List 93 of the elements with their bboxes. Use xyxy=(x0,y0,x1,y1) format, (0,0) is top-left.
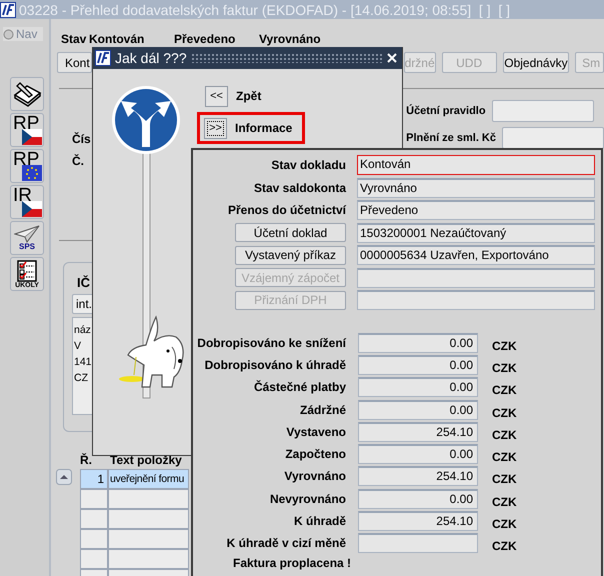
field-label: Čís xyxy=(72,132,91,148)
action-button[interactable]: Účetní doklad xyxy=(235,223,346,242)
currency-label: CZK xyxy=(492,404,517,420)
table-cell[interactable] xyxy=(108,489,189,509)
currency-label: CZK xyxy=(492,449,517,464)
input-field[interactable] xyxy=(502,127,604,149)
toolbar-button[interactable]: IR xyxy=(10,185,44,219)
field-label: Plnění ze sml. Kč xyxy=(406,132,496,144)
status-value: Kontován xyxy=(89,32,146,46)
currency-label: CZK xyxy=(492,516,517,532)
table-cell[interactable] xyxy=(108,549,189,569)
field-label: Nevyrovnáno xyxy=(268,492,346,506)
field-label: K úhradě v cizí měně xyxy=(226,536,346,550)
amount-field[interactable]: 254.10 xyxy=(358,422,478,442)
field-label: IČ xyxy=(77,275,91,290)
field-label: K úhradě xyxy=(292,514,346,528)
toolbar-label: IR xyxy=(13,186,32,205)
nav-button[interactable]: >> xyxy=(204,118,227,138)
amount-field[interactable] xyxy=(358,533,478,554)
input-field[interactable]: 0000005634 Uzavřen, Exportováno xyxy=(357,245,595,266)
toolbar-button[interactable]: RP xyxy=(10,113,44,147)
table-cell[interactable] xyxy=(108,509,189,529)
star-circle-flag-icon xyxy=(22,165,42,181)
table-cell[interactable]: uveřejnění formu xyxy=(108,469,189,489)
toolbar-label: SPS xyxy=(18,243,35,251)
input-field[interactable]: Převedeno xyxy=(357,200,595,220)
window-title: 03228 - Přehled dodavatelských faktur (EKDOFAD) - [14.06.2019; 08:55] [ ] [ ] xyxy=(19,2,510,18)
status-value: Vyrovnáno xyxy=(259,32,322,46)
field-label: Přenos do účetnictví xyxy=(226,203,346,218)
input-field[interactable]: Kontován xyxy=(357,155,595,176)
app-logo-icon xyxy=(95,50,111,66)
input-field[interactable] xyxy=(492,100,594,122)
amount-field[interactable]: 0.00 xyxy=(358,488,478,509)
status-value: Převedeno xyxy=(174,32,236,46)
checklist-icon xyxy=(15,260,39,282)
button-caption: Informace xyxy=(235,121,292,135)
table-cell[interactable] xyxy=(80,549,108,569)
currency-label: CZK xyxy=(492,538,517,554)
column-header: Ř. xyxy=(80,452,93,469)
scroll-up-icon xyxy=(56,469,72,485)
amount-field[interactable]: 0.00 xyxy=(358,444,478,464)
toolbar-button[interactable]: Kont xyxy=(57,52,92,73)
toolbar-label: RP xyxy=(13,150,40,169)
field-label: Dobropisováno k úhradě xyxy=(204,358,346,372)
amount-field[interactable]: 0.00 xyxy=(358,354,478,375)
flag-icon xyxy=(22,201,42,217)
amount-field[interactable]: 254.10 xyxy=(358,511,478,532)
toolbar-button[interactable]: SPS xyxy=(10,221,44,255)
table-cell[interactable] xyxy=(80,509,108,529)
input-field[interactable]: 1503200001 Nezaúčtovaný xyxy=(357,222,595,243)
nav-button[interactable]: << xyxy=(205,86,228,106)
currency-label: CZK xyxy=(492,382,517,398)
currency-label: CZK xyxy=(492,360,517,375)
currency-label: CZK xyxy=(492,494,517,509)
amount-field[interactable]: 254.10 xyxy=(358,466,478,486)
input-field[interactable] xyxy=(357,268,595,288)
dialog-title: Jak dál ??? xyxy=(115,50,187,66)
column-header: Text položky xyxy=(110,452,183,469)
toolbar-button[interactable] xyxy=(10,77,44,111)
close-icon xyxy=(386,52,398,64)
amount-field[interactable]: 0.00 xyxy=(358,400,478,420)
input-field[interactable]: Vyrovnáno xyxy=(357,178,595,198)
field-label: Částečné platby xyxy=(252,380,346,394)
flag-icon xyxy=(22,129,42,145)
field-label: Č. xyxy=(72,154,85,170)
field-label: Vystaveno xyxy=(285,424,346,439)
input-field[interactable] xyxy=(357,290,595,310)
currency-label: CZK xyxy=(492,426,517,442)
toolbar-button[interactable]: Objednávky xyxy=(502,52,570,73)
table-cell[interactable] xyxy=(80,529,108,549)
toolbar-label: RP xyxy=(13,114,40,133)
field-label: Účetní pravidlo xyxy=(406,105,486,117)
field-label: Zádržné xyxy=(298,402,346,417)
button-caption: Zpět xyxy=(236,89,262,103)
paper-plane-icon xyxy=(14,225,40,243)
toolbar-button[interactable]: RP xyxy=(10,149,44,183)
field-label: Vyrovnáno xyxy=(283,469,346,484)
currency-label: CZK xyxy=(492,471,517,486)
radio-icon xyxy=(3,28,14,40)
table-cell[interactable] xyxy=(108,529,189,549)
currency-label: CZK xyxy=(492,338,517,353)
field-label: Stav dokladu xyxy=(270,158,346,172)
field-label: Dobropisováno ke snížení xyxy=(196,336,346,350)
table-cell[interactable]: 1 xyxy=(80,469,108,489)
table-cell[interactable] xyxy=(80,489,108,509)
status-label: Stav xyxy=(61,32,88,46)
amount-field[interactable]: 0.00 xyxy=(358,377,478,398)
amount-field[interactable]: 0.00 xyxy=(358,332,478,353)
field-label: Započteno xyxy=(284,447,346,462)
status-message: Faktura proplacena ! xyxy=(233,557,352,570)
field-label: Stav saldokonta xyxy=(252,180,346,195)
app-logo-icon xyxy=(0,2,16,18)
action-button[interactable]: Vystavený příkaz xyxy=(235,246,346,265)
